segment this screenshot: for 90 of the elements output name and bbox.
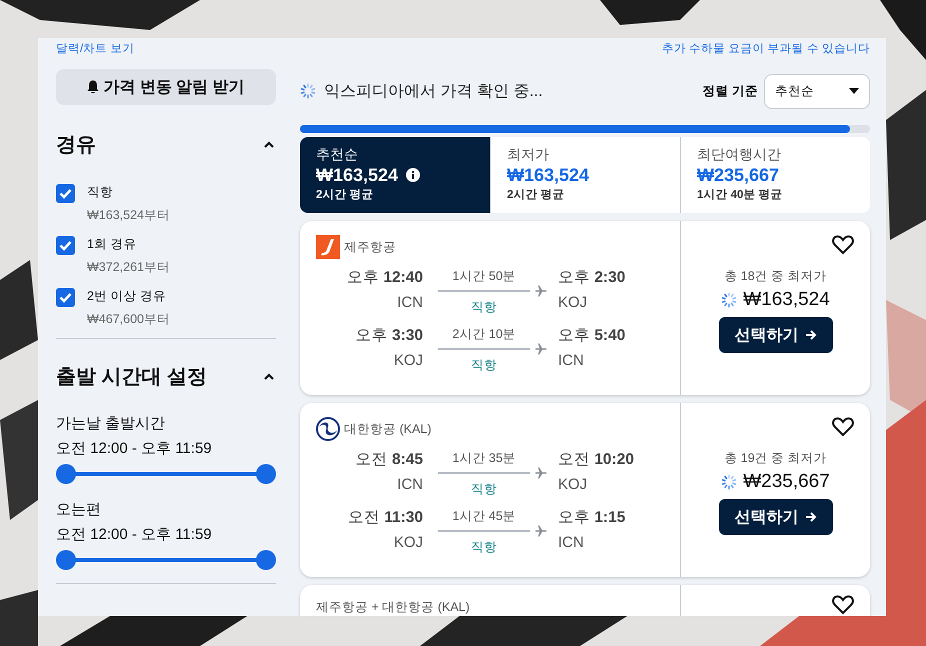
filter-label: 2번 이상 경유 — [87, 288, 167, 305]
checkmark-icon — [59, 240, 72, 251]
sort-tab[interactable]: 최단여행시간 ₩235,667 1시간 40분 평균 — [680, 137, 870, 213]
select-button[interactable]: 선택하기 — [718, 317, 832, 353]
sort-label: 정렬 기준 — [702, 82, 758, 100]
section-title: 경유 — [56, 133, 96, 158]
flight-price: ₩163,524 — [743, 289, 830, 311]
flight-duration: 1시간 35분 — [451, 450, 517, 467]
checkbox[interactable] — [56, 288, 75, 307]
slider-label: 가는날 출발시간 — [56, 414, 166, 434]
calendar-link[interactable]: 달력/차트 보기 — [56, 41, 134, 56]
airline-logo-icon — [316, 417, 340, 441]
stops-label: 직항 — [470, 357, 498, 374]
baggage-fee-link[interactable]: 추가 수하물 요금이 부과될 수 있습니다 — [662, 41, 870, 56]
price-alert-button[interactable]: 가격 변동 알림 받기 — [56, 69, 276, 105]
heart-icon[interactable] — [832, 595, 854, 615]
info-icon[interactable] — [406, 168, 420, 182]
arrow-icon — [804, 329, 816, 341]
checkbox[interactable] — [56, 184, 75, 203]
tab-price: ₩163,524 — [316, 164, 398, 187]
airport-code: ICN — [557, 351, 585, 371]
filter-label: 직항 — [87, 184, 114, 201]
slider-label: 오는편 — [56, 500, 102, 520]
caret-icon — [849, 88, 859, 94]
airport-code: KOJ — [557, 293, 588, 313]
sort-tab[interactable]: 추천순 ₩163,524 2시간 평균 — [300, 137, 490, 213]
airline-name: 제주항공 — [344, 238, 396, 256]
stops-label: 직항 — [470, 299, 498, 316]
status-text: 익스피디아에서 가격 확인 중... — [324, 82, 543, 102]
loading-spinner-icon — [721, 474, 738, 490]
arrival-time: 오전 10:20 — [557, 450, 635, 470]
flight-price: ₩235,667 — [743, 471, 830, 493]
tab-subtitle: 1시간 40분 평균 — [697, 188, 784, 202]
sort-tab[interactable]: 최저가 ₩163,524 2시간 평균 — [490, 137, 680, 213]
tab-label: 최단여행시간 — [697, 146, 782, 163]
plane-icon — [535, 525, 547, 537]
departure-time: 오전 8:45 — [354, 450, 423, 470]
plane-icon — [535, 285, 547, 297]
filter-price: ₩372,261부터 — [87, 259, 170, 276]
airport-code: KOJ — [392, 351, 423, 371]
section-title: 출발 시간대 설정 — [56, 365, 208, 390]
offer-count: 총 18건 중 최저가 — [724, 268, 827, 285]
offer-count: 총 19건 중 최저가 — [724, 450, 827, 467]
airport-code: KOJ — [557, 475, 588, 495]
flight-duration: 1시간 45분 — [451, 508, 517, 525]
select-button[interactable]: 선택하기 — [718, 499, 832, 535]
tab-price: ₩235,667 — [697, 164, 780, 187]
heart-icon[interactable] — [832, 235, 854, 255]
arrival-time: 오후 1:15 — [557, 508, 626, 528]
airline-logo-icon — [316, 235, 340, 259]
slider-handle[interactable] — [56, 464, 76, 484]
filter-price: ₩467,600부터 — [87, 311, 170, 328]
tab-label: 최저가 — [507, 146, 550, 163]
checkbox[interactable] — [56, 236, 75, 255]
airport-code: ICN — [557, 533, 585, 553]
airline-name: 대한항공 (KAL) — [344, 420, 432, 438]
checkmark-icon — [59, 292, 72, 303]
departure-time: 오전 11:30 — [346, 508, 423, 528]
arrow-icon — [804, 511, 816, 523]
checkmark-icon — [59, 188, 72, 199]
time-range: 오전 12:00 - 오후 11:59 — [56, 439, 213, 459]
departure-time: 오후 3:30 — [354, 326, 423, 346]
airline-name: 제주항공 + 대한항공 (KAL) — [316, 598, 470, 616]
airport-code: ICN — [396, 293, 423, 313]
tab-price: ₩163,524 — [507, 164, 590, 187]
slider-handle[interactable] — [256, 550, 276, 570]
bell-icon — [87, 80, 100, 94]
stops-label: 직항 — [470, 539, 498, 556]
filter-price: ₩163,524부터 — [87, 207, 170, 224]
filter-label: 1회 경유 — [87, 236, 138, 253]
airport-code: KOJ — [392, 533, 423, 553]
airport-code: ICN — [396, 475, 423, 495]
arrival-time: 오후 2:30 — [557, 268, 626, 288]
plane-icon — [535, 467, 547, 479]
flight-duration: 1시간 50분 — [451, 268, 517, 285]
time-range: 오전 12:00 - 오후 11:59 — [56, 525, 213, 545]
slider-handle[interactable] — [56, 550, 76, 570]
heart-icon[interactable] — [832, 417, 854, 437]
loading-spinner-icon — [721, 292, 738, 308]
departure-time: 오후 12:40 — [346, 268, 423, 288]
sort-dropdown[interactable]: 추천순 — [764, 74, 870, 108]
arrival-time: 오후 5:40 — [557, 326, 626, 346]
plane-icon — [535, 343, 547, 355]
flight-duration: 2시간 10분 — [451, 326, 517, 343]
tab-label: 추천순 — [316, 146, 359, 163]
loading-spinner-icon — [300, 83, 316, 99]
slider-handle[interactable] — [256, 464, 276, 484]
tab-subtitle: 2시간 평균 — [316, 188, 375, 202]
stops-label: 직항 — [470, 481, 498, 498]
tab-subtitle: 2시간 평균 — [507, 188, 566, 202]
